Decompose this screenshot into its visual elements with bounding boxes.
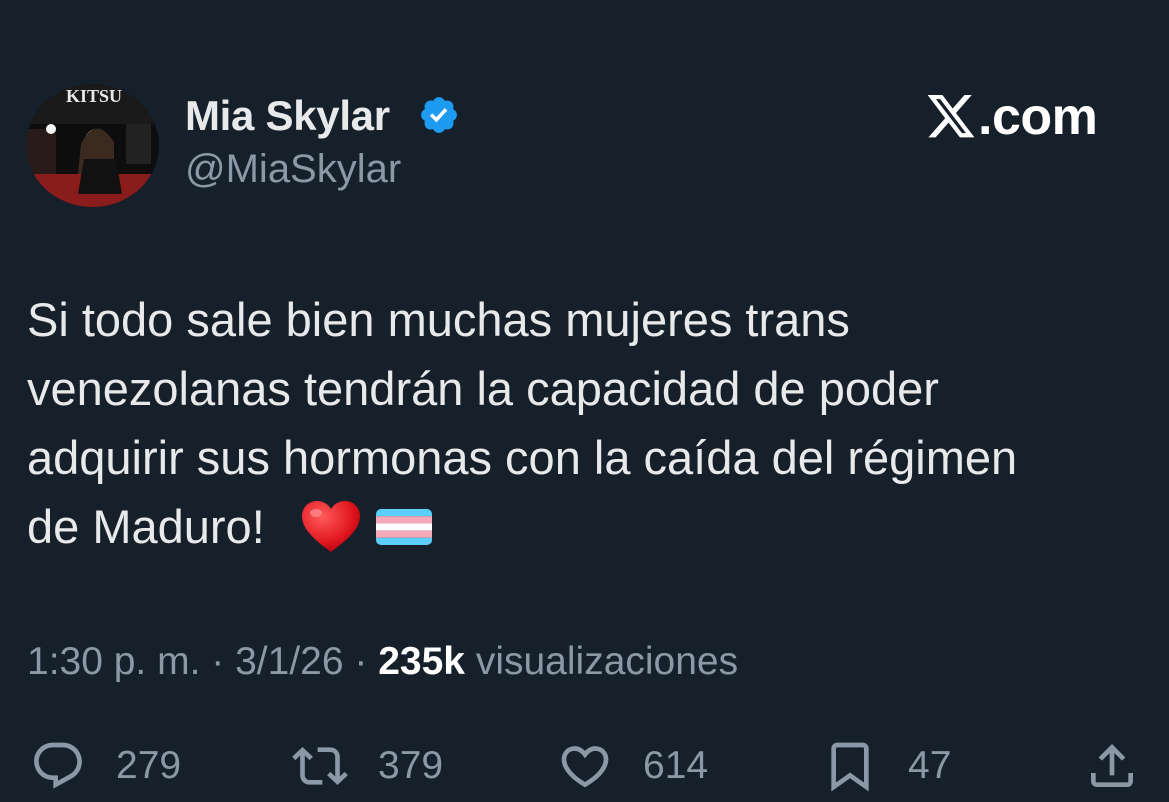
- transgender-flag-emoji-icon: [376, 509, 432, 545]
- share-icon: [1091, 744, 1133, 787]
- like-count: 614: [643, 744, 709, 787]
- reply-icon: [34, 742, 82, 789]
- bookmark-count: 47: [908, 744, 952, 787]
- like-button[interactable]: 614: [555, 736, 708, 796]
- tweet-action-bar: 279 379 614 47: [0, 736, 1169, 796]
- heart-icon: [561, 746, 609, 788]
- avatar[interactable]: KITSU: [26, 84, 159, 207]
- tweet-meta: 1:30 p. m. · 3/1/26 · 235k visualizacion…: [27, 640, 738, 684]
- share-button[interactable]: [1082, 736, 1142, 796]
- views-label: visualizaciones: [475, 640, 739, 683]
- meta-separator: ·: [200, 640, 236, 683]
- meta-separator: ·: [343, 640, 379, 683]
- x-logo-icon: [928, 95, 975, 138]
- repost-button[interactable]: 379: [290, 736, 443, 796]
- svg-text:KITSU: KITSU: [66, 86, 122, 106]
- display-name[interactable]: Mia Skylar: [185, 92, 390, 140]
- reply-count: 279: [116, 744, 182, 787]
- tweet-date[interactable]: 3/1/26: [235, 640, 343, 683]
- views-count: 235k: [378, 640, 465, 683]
- avatar-photo: KITSU: [26, 84, 159, 207]
- tweet-emojis: [300, 500, 432, 554]
- red-heart-emoji-icon: [302, 501, 360, 552]
- bookmark-icon: [831, 742, 869, 792]
- x-com-brand: .com: [928, 88, 1098, 146]
- tweet-time[interactable]: 1:30 p. m.: [27, 640, 200, 683]
- bookmark-button[interactable]: 47: [820, 736, 951, 796]
- verified-badge-icon[interactable]: [418, 94, 460, 136]
- tweet-text: Si todo sale bien muchas mujeres trans v…: [27, 293, 1018, 553]
- reply-button[interactable]: 279: [28, 736, 181, 796]
- brand-domain-text: .com: [978, 88, 1098, 146]
- repost-count: 379: [378, 744, 444, 787]
- user-handle[interactable]: @MiaSkylar: [185, 147, 401, 192]
- repost-icon: [292, 747, 348, 785]
